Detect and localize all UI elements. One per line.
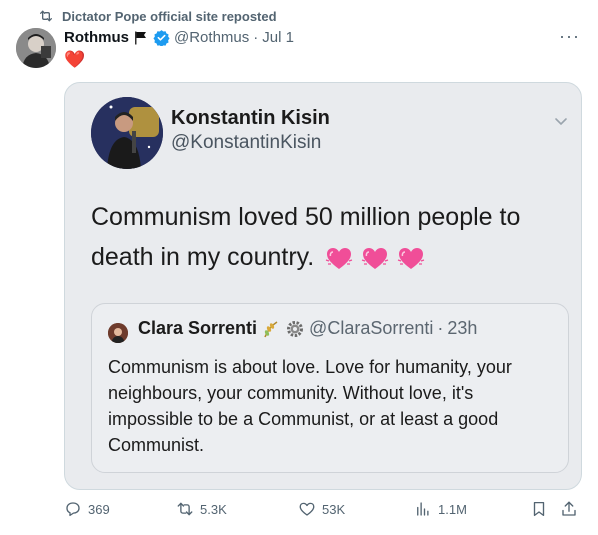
repost-icon: [40, 10, 52, 22]
repost-count: 5.3K: [200, 501, 227, 517]
sparkling-heart-icon: [326, 248, 353, 270]
post-text: ❤️: [64, 50, 86, 69]
like-button[interactable]: 53K: [298, 500, 345, 518]
wheat-icon: [264, 320, 278, 337]
quoted-header: Clara Sorrenti @ClaraSorrenti · 23h: [138, 318, 477, 339]
share-icon: [562, 501, 576, 516]
author-handle[interactable]: @Rothmus: [174, 29, 249, 46]
quoted-avatar: [108, 323, 128, 343]
repost-indicator[interactable]: Dictator Pope official site reposted: [38, 8, 277, 24]
verified-badge-icon[interactable]: [153, 29, 170, 46]
quoted-separator-dot: ·: [437, 318, 444, 338]
like-count: 53K: [322, 501, 346, 517]
embedded-tweet-text: Communism loved 50 million people to dea…: [91, 197, 571, 277]
bookmark-button[interactable]: [530, 500, 548, 518]
reply-count: 369: [88, 501, 110, 517]
embedded-author-handle: @KonstantinKisin: [171, 132, 322, 153]
bookmark-icon: [533, 501, 545, 517]
quoted-tweet: Clara Sorrenti @ClaraSorrenti · 23h Comm…: [91, 303, 569, 473]
embedded-avatar: [91, 97, 163, 169]
share-button[interactable]: [560, 500, 578, 518]
repost-label: Dictator Pope official site reposted: [62, 8, 277, 24]
chevron-down-icon: [555, 118, 567, 126]
sparkling-heart-icon: [398, 248, 425, 270]
author-name[interactable]: Rothmus: [64, 29, 129, 46]
embedded-author-name: Konstantin Kisin: [171, 107, 330, 129]
quoted-tweet-text: Communism is about love. Love for humani…: [108, 357, 512, 455]
repost-icon: [177, 502, 193, 516]
avatar-image: [16, 28, 56, 68]
post-image[interactable]: Konstantin Kisin @KonstantinKisin Commun…: [64, 82, 582, 490]
gear-icon: [287, 320, 304, 337]
embedded-tweet-body: Communism loved 50 million people to dea…: [91, 203, 521, 271]
views-button[interactable]: 1.1M: [414, 500, 467, 518]
bar-chart-icon: [417, 502, 429, 516]
embedded-avatar-image: [91, 97, 163, 169]
quoted-avatar-image: [108, 323, 128, 343]
reply-button[interactable]: 369: [64, 500, 110, 518]
post-header: Rothmus @Rothmus · Jul 1: [64, 29, 294, 46]
post-date[interactable]: Jul 1: [262, 29, 294, 46]
reply-icon: [66, 502, 80, 517]
black-flag-icon: [135, 31, 146, 44]
repost-button[interactable]: 5.3K: [176, 500, 227, 518]
quoted-time: 23h: [447, 318, 478, 338]
quoted-author-handle: @ClaraSorrenti: [309, 318, 434, 338]
separator-dot: ·: [253, 29, 259, 46]
avatar[interactable]: [16, 28, 56, 68]
hearts-emoji-group: [325, 244, 425, 272]
view-count: 1.1M: [438, 501, 467, 517]
action-bar: 369 5.3K 53K 1.1M: [64, 500, 584, 524]
more-options-button[interactable]: ···: [559, 27, 580, 45]
sparkling-heart-icon: [362, 248, 389, 270]
heart-icon: [299, 502, 315, 516]
quoted-author-name: Clara Sorrenti: [138, 318, 258, 338]
